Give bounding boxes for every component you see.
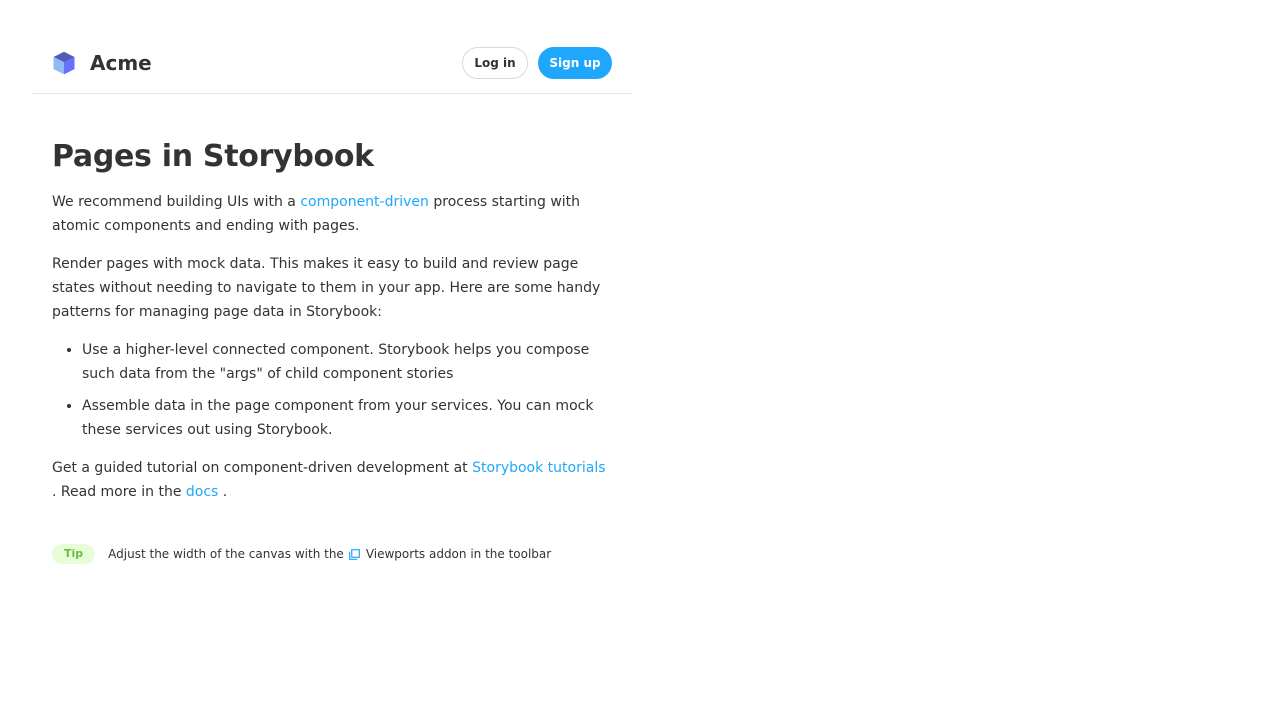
closing-paragraph: Get a guided tutorial on component-drive…	[52, 456, 612, 504]
main-content: Pages in Storybook We recommend building…	[32, 94, 632, 564]
acme-logo-icon	[53, 51, 75, 74]
storybook-tutorials-link[interactable]: Storybook tutorials	[472, 460, 605, 476]
intro-paragraph: We recommend building UIs with a compone…	[52, 190, 612, 238]
list-item: Use a higher-level connected component. …	[82, 338, 612, 386]
mock-data-paragraph: Render pages with mock data. This makes …	[52, 256, 601, 320]
brand[interactable]: Acme	[52, 51, 152, 75]
list-item: Assemble data in the page component from…	[82, 394, 612, 442]
signup-button[interactable]: Sign up	[538, 46, 612, 79]
header-actions: Log in Sign up	[462, 46, 612, 79]
tip-text-after: Viewports addon in the toolbar	[365, 547, 552, 561]
docs-link[interactable]: docs	[186, 484, 218, 500]
brand-name: Acme	[90, 50, 152, 75]
closing-text-before: Get a guided tutorial on component-drive…	[52, 460, 473, 476]
page-title: Pages in Storybook	[52, 139, 374, 174]
closing-text-middle: . Read more in the	[52, 484, 186, 500]
tip-badge: Tip	[52, 544, 96, 564]
component-driven-link[interactable]: component-driven	[300, 194, 429, 210]
site-header: Acme Log in Sign up	[32, 32, 632, 94]
patterns-list: Use a higher-level connected component. …	[52, 338, 612, 442]
tip-row: Tip Adjust the width of the canvas with …	[52, 544, 612, 564]
page: Acme Log in Sign up Pages in Storybook W…	[32, 32, 632, 564]
closing-text-after: .	[218, 484, 228, 500]
tip-text-before: Adjust the width of the canvas with the	[108, 547, 344, 561]
intro-text-before: We recommend building UIs with a	[52, 194, 301, 210]
viewport-icon	[348, 548, 360, 560]
login-button[interactable]: Log in	[462, 46, 528, 79]
